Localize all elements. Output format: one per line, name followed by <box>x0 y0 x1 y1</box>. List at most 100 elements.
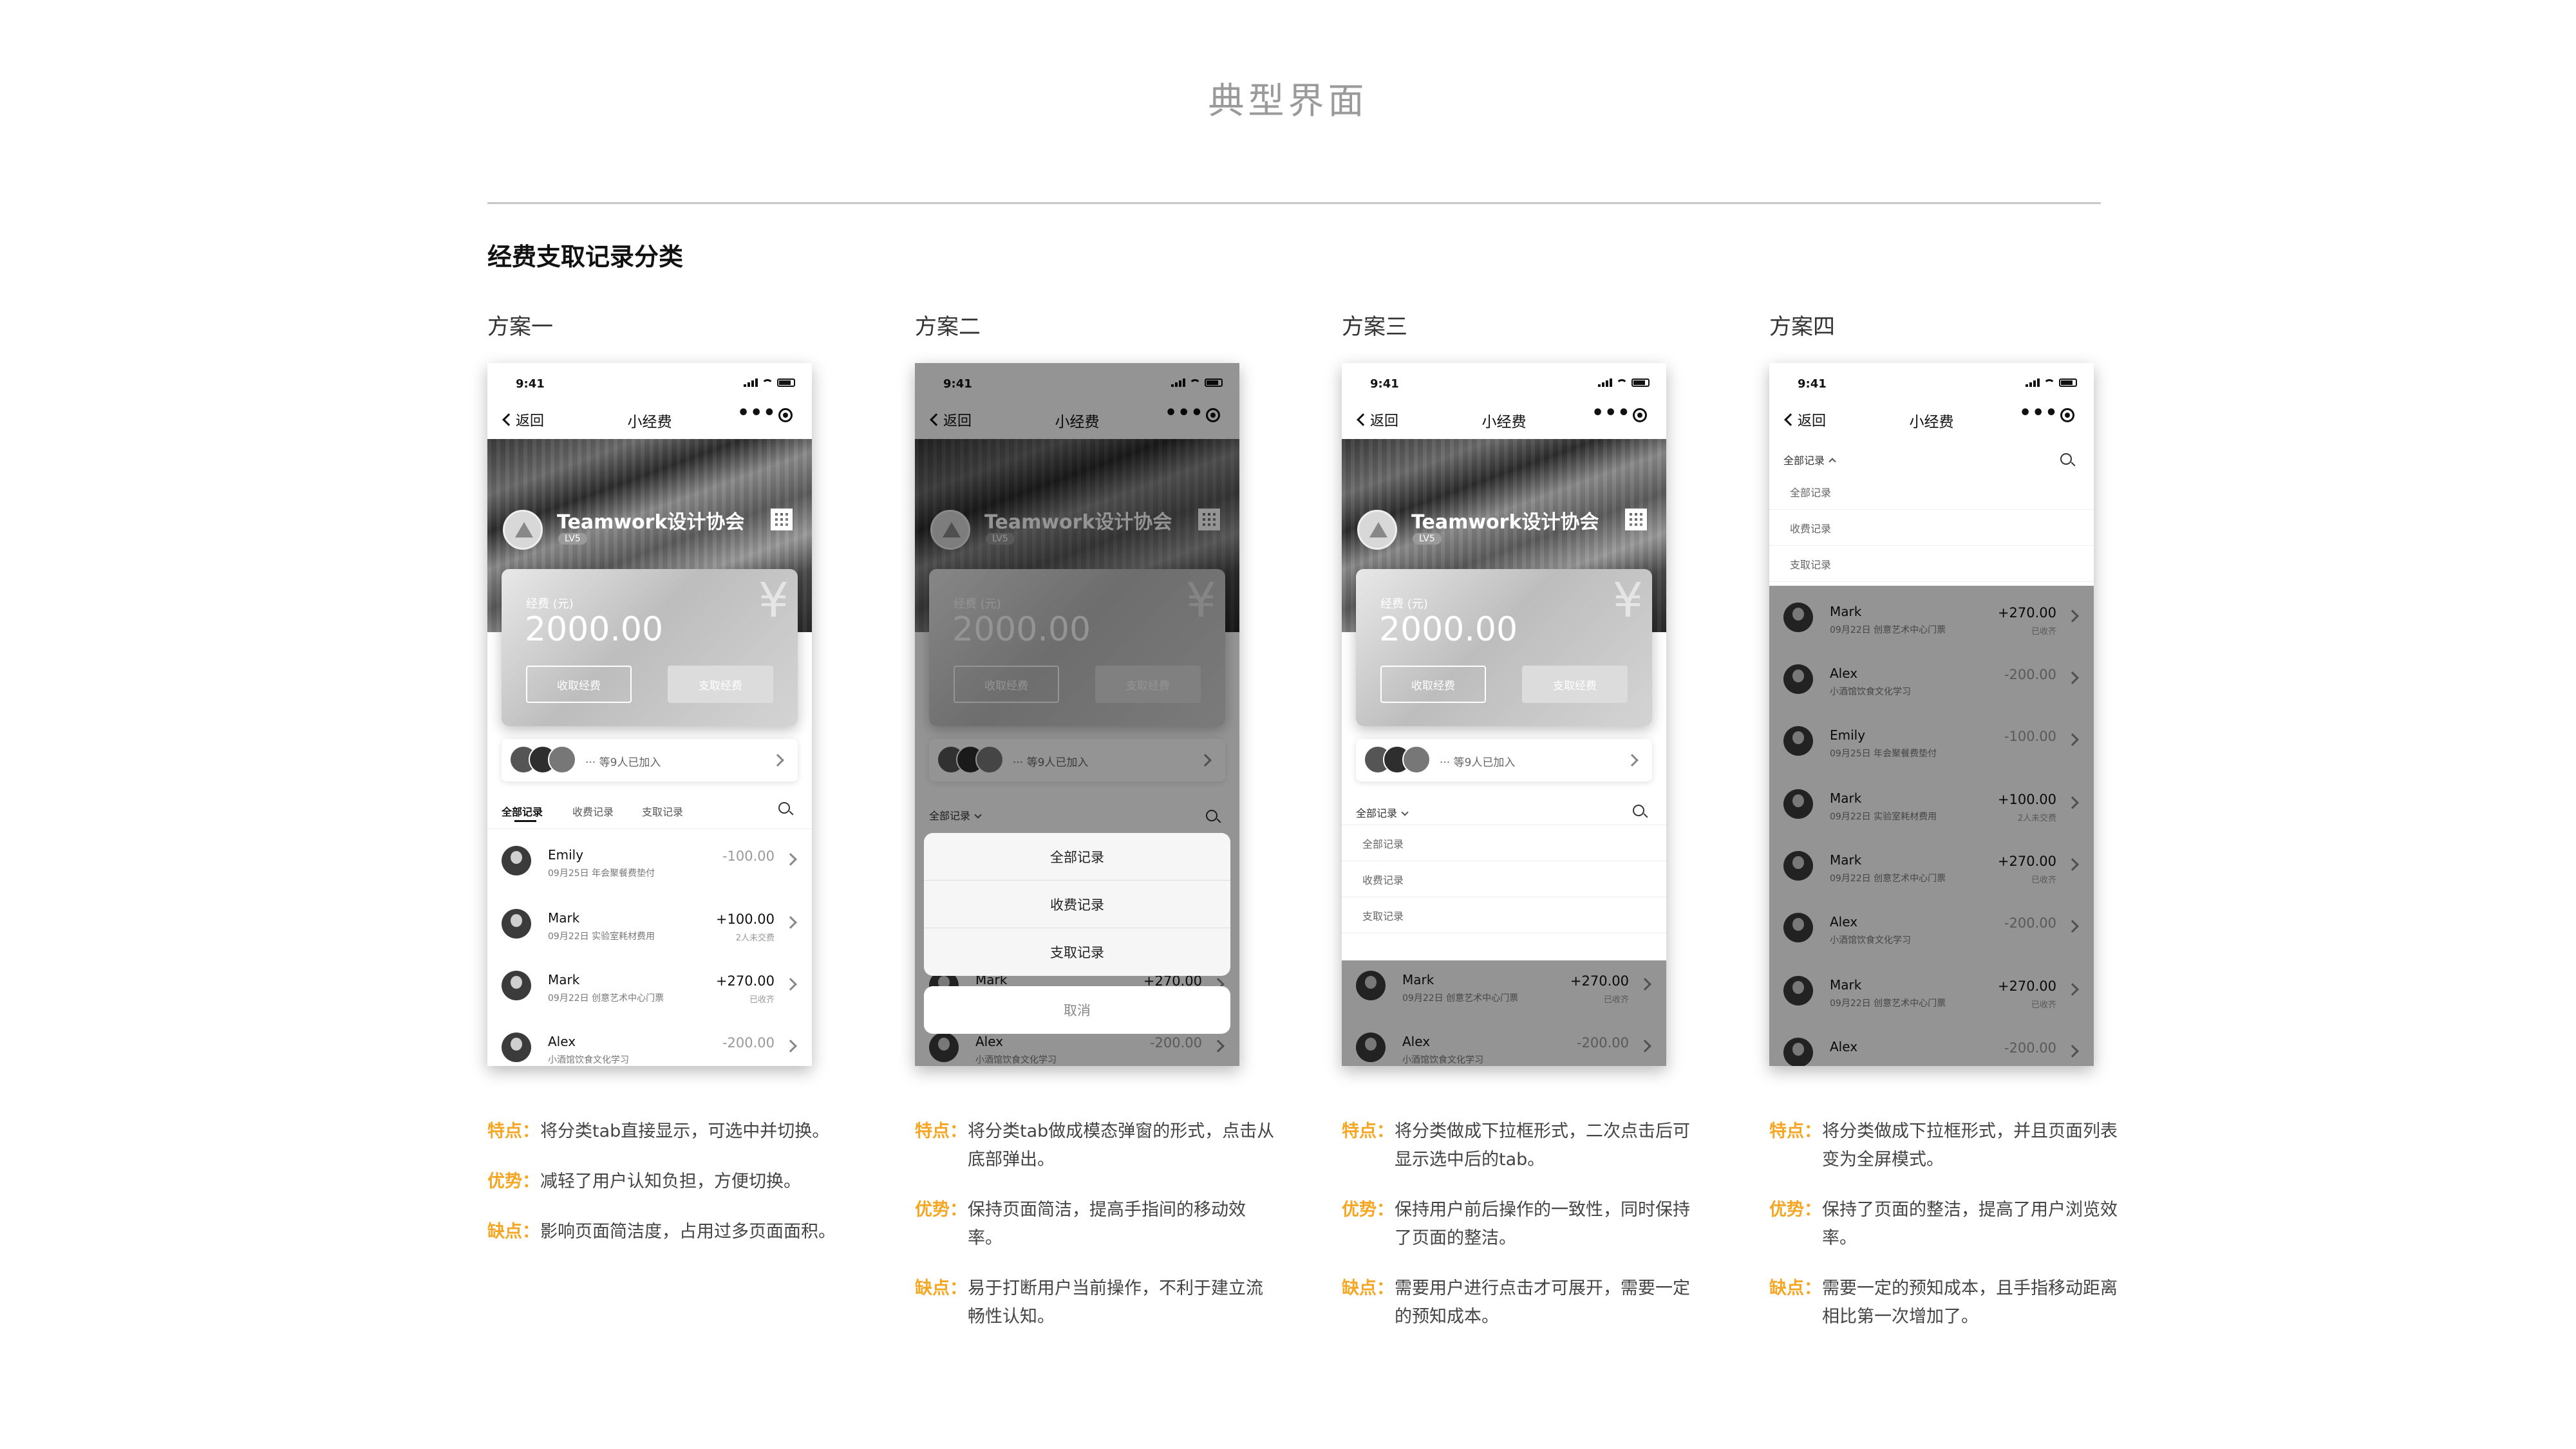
note-item: 优势： 保持了页面的整洁，提高了用户浏览效率。 <box>1769 1196 2130 1253</box>
avatar <box>502 971 531 1000</box>
level-badge: LV5 <box>1413 533 1442 545</box>
signal-icon <box>744 379 758 387</box>
note-text: 保持页面简洁，提高手指间的移动效率。 <box>968 1200 1246 1248</box>
close-miniprogram-icon[interactable] <box>1633 408 1647 422</box>
note-text: 需要用户进行点击才可展开，需要一定的预知成本。 <box>1395 1278 1690 1327</box>
club-logo <box>1357 510 1397 550</box>
note-label: 优势： <box>915 1200 967 1220</box>
record-desc: 09月25日 年会聚餐费垫付 <box>548 868 655 879</box>
chevron-right-icon <box>1626 754 1639 767</box>
record-row[interactable]: Alex 小酒馆饮食文化学习 -200.00 <box>487 1018 812 1066</box>
avatar <box>502 1033 531 1062</box>
dropdown-option-all[interactable]: 全部记录 <box>1342 825 1666 861</box>
action-sheet: 全部记录 收费记录 支取记录 <box>924 833 1230 976</box>
search-icon[interactable] <box>778 802 790 814</box>
level-badge: LV5 <box>558 533 587 545</box>
club-name: Teamwork设计协会 <box>1411 511 1599 534</box>
avatar <box>502 846 531 875</box>
note-item: 缺点： 需要用户进行点击才可展开，需要一定的预知成本。 <box>1342 1275 1702 1331</box>
record-amount: +270.00 <box>715 973 775 989</box>
cancel-button[interactable]: 取消 <box>924 986 1230 1034</box>
chevron-right-icon <box>784 916 797 929</box>
note-item: 优势： 保持页面简洁，提高手指间的移动效率。 <box>915 1196 1275 1253</box>
note-text: 将分类tab做成模态弹窗的形式，点击从底部弹出。 <box>968 1121 1275 1170</box>
scheme-column-3: 方案三 9:41 返回 小经费 ••• Teamwork设计协会 LV5 ¥ 经… <box>1342 309 1702 1327</box>
sheet-option-withdraw[interactable]: 支取记录 <box>924 928 1230 976</box>
avatar <box>1402 745 1431 774</box>
note-label: 特点： <box>1769 1121 1821 1141</box>
members-row[interactable]: ··· 等9人已加入 <box>1356 739 1652 781</box>
nav-bar: 返回 小经费 ••• <box>1769 395 2094 447</box>
note-label: 缺点： <box>487 1222 540 1242</box>
tab-all[interactable]: 全部记录 <box>502 803 543 822</box>
collect-fund-button[interactable]: 收取经费 <box>1380 666 1486 703</box>
note-item: 特点： 将分类做成下拉框形式，二次点击后可显示选中后的tab。 <box>1342 1117 1702 1174</box>
modal-overlay[interactable] <box>1342 960 1666 1066</box>
close-miniprogram-icon[interactable] <box>778 408 793 422</box>
wifi-icon <box>762 379 773 387</box>
note-label: 缺点： <box>915 1278 967 1298</box>
note-item: 缺点： 易于打断用户当前操作，不利于建立流畅性认知。 <box>915 1275 1275 1331</box>
note-label: 特点： <box>915 1121 967 1141</box>
withdraw-fund-button[interactable]: 支取经费 <box>668 666 773 703</box>
record-row[interactable]: Emily 09月25日 年会聚餐费垫付 -100.00 <box>487 832 812 893</box>
dropdown-option-withdraw[interactable]: 支取记录 <box>1342 897 1666 933</box>
wifi-icon <box>1616 379 1628 387</box>
tab-collect[interactable]: 收费记录 <box>572 803 614 819</box>
note-item: 特点： 将分类做成下拉框形式，并且页面列表变为全屏模式。 <box>1769 1117 2130 1174</box>
club-name: Teamwork设计协会 <box>557 511 745 534</box>
club-logo <box>503 510 543 550</box>
record-name: Mark <box>548 910 580 926</box>
fund-amount: 2000.00 <box>1379 610 1518 649</box>
category-dropdown[interactable]: 全部记录 <box>1356 805 1409 820</box>
more-icon[interactable]: ••• <box>2019 402 2058 424</box>
scheme-title: 方案三 <box>1342 314 1407 340</box>
sheet-option-all[interactable]: 全部记录 <box>924 833 1230 881</box>
dropdown-option-withdraw[interactable]: 支取记录 <box>1769 546 2094 582</box>
qrcode-icon[interactable] <box>771 509 793 530</box>
battery-icon <box>777 379 795 387</box>
collect-fund-button[interactable]: 收取经费 <box>526 666 632 703</box>
note-text: 影响页面简洁度，占用过多页面面积。 <box>540 1222 836 1242</box>
note-text: 减轻了用户认知负担，方便切换。 <box>540 1172 801 1192</box>
record-row[interactable]: Mark 09月22日 创意艺术中心门票 +270.00 已收齐 <box>487 957 812 1018</box>
tab-withdraw[interactable]: 支取记录 <box>642 803 683 819</box>
dropdown-option-collect[interactable]: 收费记录 <box>1769 510 2094 546</box>
title-divider <box>487 202 2101 204</box>
yen-icon: ¥ <box>758 573 789 628</box>
more-icon[interactable]: ••• <box>737 402 776 424</box>
note-label: 优势： <box>487 1172 540 1192</box>
record-amount: -200.00 <box>722 1035 775 1051</box>
chevron-right-icon <box>784 978 797 991</box>
note-item: 优势： 保持用户前后操作的一致性，同时保持了页面的整洁。 <box>1342 1196 1702 1253</box>
more-icon[interactable]: ••• <box>1592 402 1631 424</box>
record-amount: -100.00 <box>722 848 775 864</box>
fund-label: 经费 (元) <box>1380 597 1428 611</box>
search-icon[interactable] <box>2060 453 2072 465</box>
fund-amount: 2000.00 <box>525 610 664 649</box>
chevron-right-icon <box>784 1040 797 1052</box>
qrcode-icon[interactable] <box>1625 509 1647 530</box>
status-time: 9:41 <box>1798 377 1827 391</box>
modal-overlay[interactable] <box>1769 586 2094 1066</box>
withdraw-fund-button[interactable]: 支取经费 <box>1522 666 1628 703</box>
phone-mockup: 9:41 返回 小经费 ••• Teamwork设计协会 LV5 ¥ 经费 (元… <box>487 363 812 1066</box>
close-miniprogram-icon[interactable] <box>2060 408 2074 422</box>
note-text: 将分类做成下拉框形式，并且页面列表变为全屏模式。 <box>1822 1121 2118 1170</box>
status-bar: 9:41 <box>1342 363 1666 395</box>
search-icon[interactable] <box>1633 805 1644 816</box>
phone-mockup: 9:41 返回 小经费 ••• Teamwork设计协会 LV5 ¥ 经费 (元… <box>915 363 1239 1066</box>
wifi-icon <box>2044 379 2055 387</box>
avatar <box>502 909 531 939</box>
record-row[interactable]: Mark 09月22日 实验室耗材费用 +100.00 2人未交费 <box>487 895 812 957</box>
members-text: ··· 等9人已加入 <box>1440 756 1516 769</box>
dropdown-option-collect[interactable]: 收费记录 <box>1342 861 1666 897</box>
page-title: 典型界面 <box>1208 80 1368 122</box>
record-desc: 09月22日 创意艺术中心门票 <box>548 993 664 1004</box>
phone-mockup: 9:41 返回 小经费 ••• Teamwork设计协会 LV5 ¥ 经费 (元… <box>1342 363 1666 1066</box>
sheet-option-collect[interactable]: 收费记录 <box>924 881 1230 928</box>
note-text: 保持了页面的整洁，提高了用户浏览效率。 <box>1822 1200 2118 1248</box>
members-row[interactable]: ··· 等9人已加入 <box>502 739 798 781</box>
category-dropdown[interactable]: 全部记录 <box>1783 452 1836 467</box>
dropdown-option-all[interactable]: 全部记录 <box>1769 474 2094 510</box>
